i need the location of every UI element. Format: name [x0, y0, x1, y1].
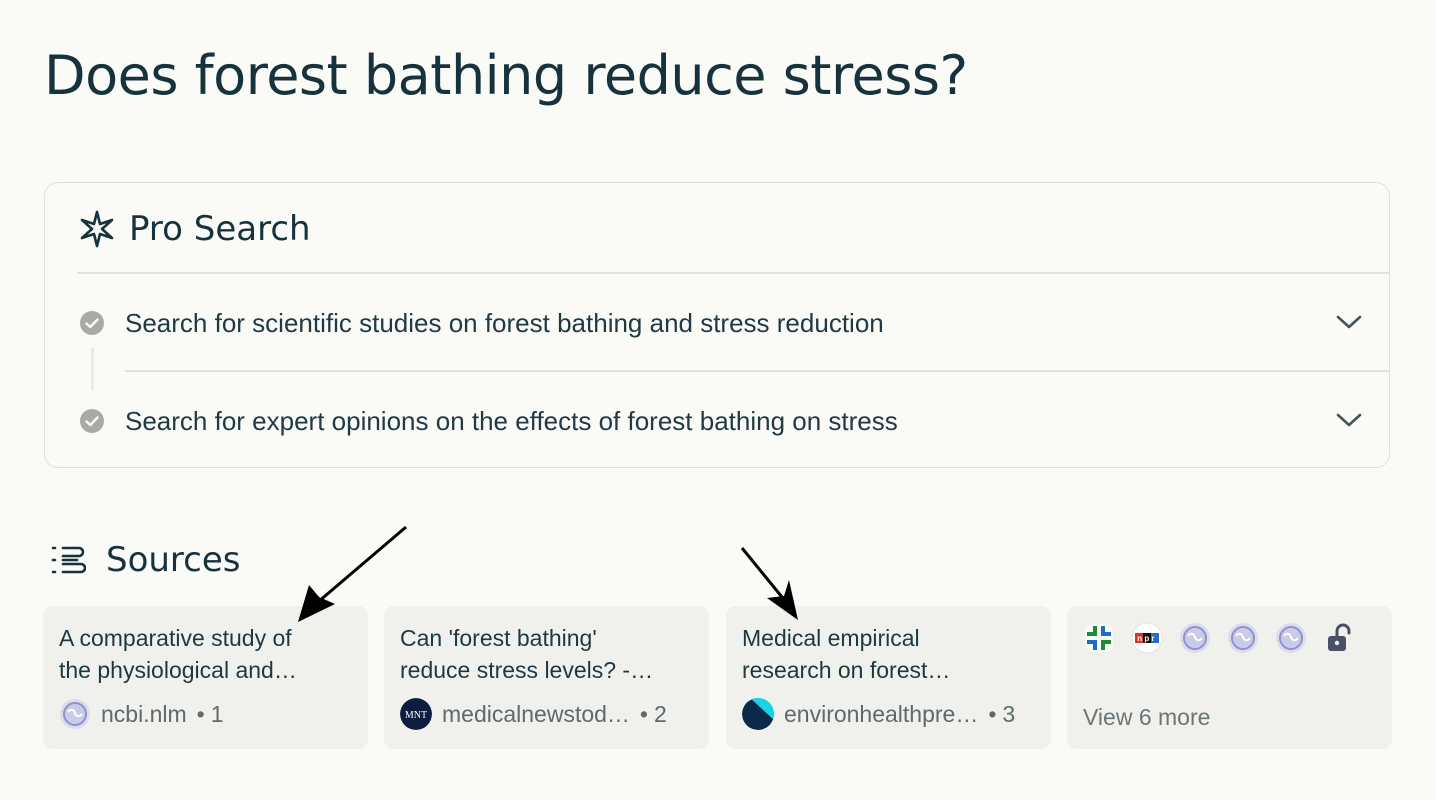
source-meta: environhealthpre… • 3	[742, 698, 1035, 730]
separator-dot: •	[639, 700, 648, 727]
source-domain: environhealthpre…	[784, 700, 979, 727]
globe-icon	[1180, 623, 1210, 653]
chevron-down-icon[interactable]	[1335, 311, 1363, 333]
page-title: Does forest bathing reduce stress?	[44, 44, 968, 107]
more-source-icons: npr	[1083, 622, 1355, 654]
step-label: Search for scientific studies on forest …	[125, 307, 884, 338]
source-index: 1	[210, 700, 224, 727]
source-title-line: research on forest…	[742, 657, 951, 683]
npr-logo-text: npr	[1137, 634, 1157, 643]
sparkle-icon	[80, 210, 114, 248]
pro-search-panel: Pro Search Search for scientific studies…	[44, 182, 1390, 468]
cleveland-clinic-icon	[1085, 624, 1113, 652]
globe-icon	[1228, 623, 1258, 653]
source-card-2[interactable]: Can 'forest bathing' reduce stress level…	[384, 606, 709, 749]
check-circle-icon	[80, 409, 104, 433]
pro-search-title: Pro Search	[129, 209, 311, 249]
source-index: 3	[1002, 700, 1016, 727]
globe-icon	[1276, 623, 1306, 653]
source-title-line: Can 'forest bathing'	[400, 625, 597, 651]
source-title-line: the physiological and…	[59, 657, 297, 683]
source-card-3[interactable]: Medical empirical research on forest… en…	[726, 606, 1051, 749]
step-connector	[91, 348, 94, 390]
separator-dot: •	[988, 700, 997, 727]
mnt-logo-icon: MNT	[400, 698, 432, 730]
source-meta: MNT medicalnewstod… • 2	[400, 698, 693, 730]
separator-dot: •	[196, 700, 205, 727]
source-domain: ncbi.nlm	[101, 700, 187, 727]
view-more-label: View 6 more	[1083, 704, 1211, 730]
npr-icon: npr	[1131, 622, 1163, 654]
source-index: 2	[653, 700, 667, 727]
source-title-line: reduce stress levels? -…	[400, 657, 654, 683]
source-title-line: Medical empirical	[742, 625, 920, 651]
divider	[77, 272, 1389, 274]
ehp-logo-icon	[742, 698, 774, 730]
pro-search-header: Pro Search	[77, 207, 311, 251]
pro-search-step-2[interactable]: Search for expert opinions on the effect…	[79, 391, 1389, 451]
view-more-sources-card[interactable]: npr View 6 more	[1067, 606, 1392, 749]
globe-icon	[60, 699, 90, 729]
source-title: A comparative study of the physiological…	[59, 622, 352, 686]
pro-search-step-1[interactable]: Search for scientific studies on forest …	[79, 293, 1389, 353]
source-domain: medicalnewstod…	[442, 700, 630, 727]
step-label: Search for expert opinions on the effect…	[125, 405, 898, 436]
sources-title: Sources	[106, 540, 241, 580]
sources-list-icon	[51, 546, 86, 574]
check-circle-icon	[80, 311, 104, 335]
source-card-1[interactable]: A comparative study of the physiological…	[43, 606, 368, 749]
source-title: Can 'forest bathing' reduce stress level…	[400, 622, 693, 686]
source-title-line: A comparative study of	[59, 625, 292, 651]
source-title: Medical empirical research on forest…	[742, 622, 1035, 686]
source-meta: ncbi.nlm • 1	[59, 698, 352, 730]
mnt-logo-text: MNT	[405, 710, 427, 721]
unlock-icon	[1328, 623, 1351, 651]
sources-header: Sources	[50, 540, 241, 580]
divider	[125, 370, 1389, 372]
chevron-down-icon[interactable]	[1335, 409, 1363, 431]
